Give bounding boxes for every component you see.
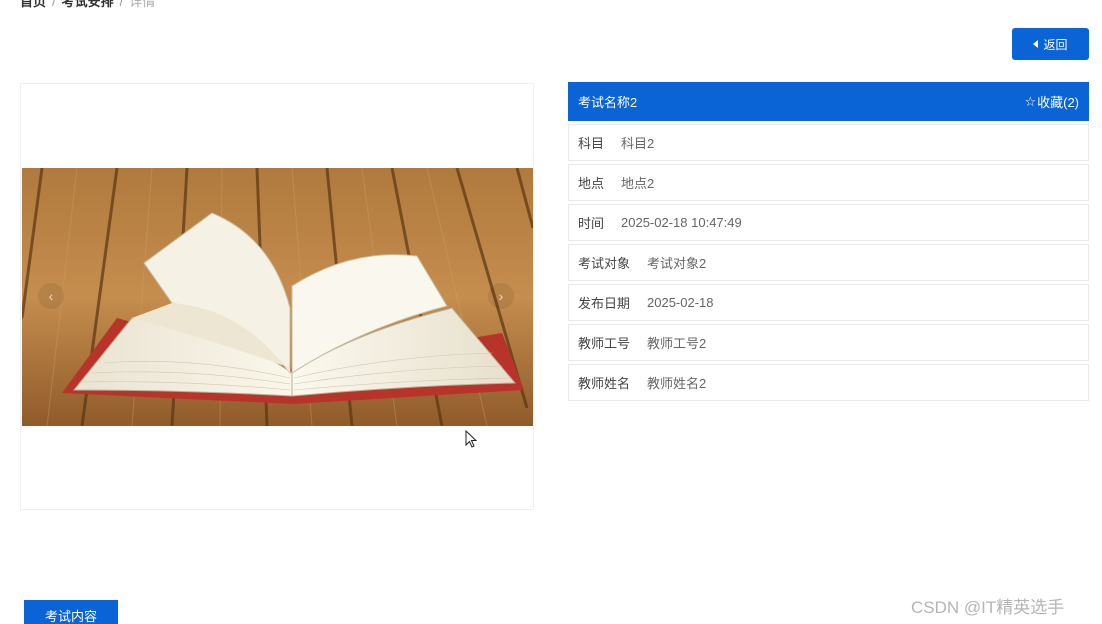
star-icon: ☆ xyxy=(1024,93,1037,109)
row-value: 2025-02-18 10:47:49 xyxy=(621,215,742,230)
breadcrumb-separator: / xyxy=(119,0,124,9)
detail-row-publish-date: 发布日期 2025-02-18 xyxy=(568,284,1089,321)
carousel-image xyxy=(22,168,533,426)
row-value: 教师姓名2 xyxy=(647,376,707,391)
detail-header: 考试名称2 ☆ 收藏(2) xyxy=(568,82,1089,121)
book-image xyxy=(22,168,533,426)
row-label: 地点 xyxy=(578,176,605,191)
row-value: 地点2 xyxy=(621,176,655,191)
detail-row-location: 地点 地点2 xyxy=(568,164,1089,201)
detail-row-exam-target: 考试对象 考试对象2 xyxy=(568,244,1089,281)
breadcrumb-separator: / xyxy=(52,0,56,9)
detail-row-teacher-id: 教师工号 教师工号2 xyxy=(568,324,1089,361)
row-value: 科目2 xyxy=(621,136,655,151)
back-button-label: 返回 xyxy=(1043,37,1068,52)
breadcrumb-exam-schedule[interactable]: 考试安排 xyxy=(62,0,114,9)
exam-detail-panel: 考试名称2 ☆ 收藏(2) 科目 科目2 地点 地点2 时间 2025-02-1… xyxy=(568,82,1089,401)
breadcrumb-home[interactable]: 首页 xyxy=(20,0,46,9)
breadcrumb-current: 详情 xyxy=(129,0,156,9)
row-label: 教师姓名 xyxy=(578,376,631,391)
detail-row-teacher-name: 教师姓名 教师姓名2 xyxy=(568,364,1089,401)
back-button[interactable]: 返回 xyxy=(1012,28,1089,60)
row-label: 教师工号 xyxy=(578,336,631,351)
row-label: 科目 xyxy=(578,136,605,151)
detail-row-subject: 科目 科目2 xyxy=(568,124,1089,161)
row-label: 时间 xyxy=(578,216,605,231)
row-value: 2025-02-18 xyxy=(647,295,714,310)
carousel-prev-button[interactable]: ‹ xyxy=(38,283,64,309)
breadcrumb: 首页 / 考试安排 / 详情 xyxy=(20,0,155,10)
row-value: 考试对象2 xyxy=(647,256,707,271)
tab-exam-content[interactable]: 考试内容 xyxy=(24,600,118,624)
caret-left-icon xyxy=(1033,40,1039,48)
page: 首页 / 考试安排 / 详情 返回 ‹ › 考试名称2 ☆ 收藏(2) 科目 科… xyxy=(0,0,1102,624)
favorite-button[interactable]: ☆ 收藏(2) xyxy=(1024,92,1079,111)
watermark: CSDN @IT精英选手 xyxy=(911,598,1065,617)
mouse-cursor-icon xyxy=(465,430,478,448)
row-value: 教师工号2 xyxy=(647,336,707,351)
row-label: 考试对象 xyxy=(578,256,631,271)
carousel-next-button[interactable]: › xyxy=(488,283,514,309)
image-carousel: ‹ › xyxy=(20,83,534,510)
row-label: 发布日期 xyxy=(578,296,631,311)
favorite-label: 收藏(2) xyxy=(1037,95,1079,110)
detail-row-time: 时间 2025-02-18 10:47:49 xyxy=(568,204,1089,241)
exam-title: 考试名称2 xyxy=(578,95,638,110)
